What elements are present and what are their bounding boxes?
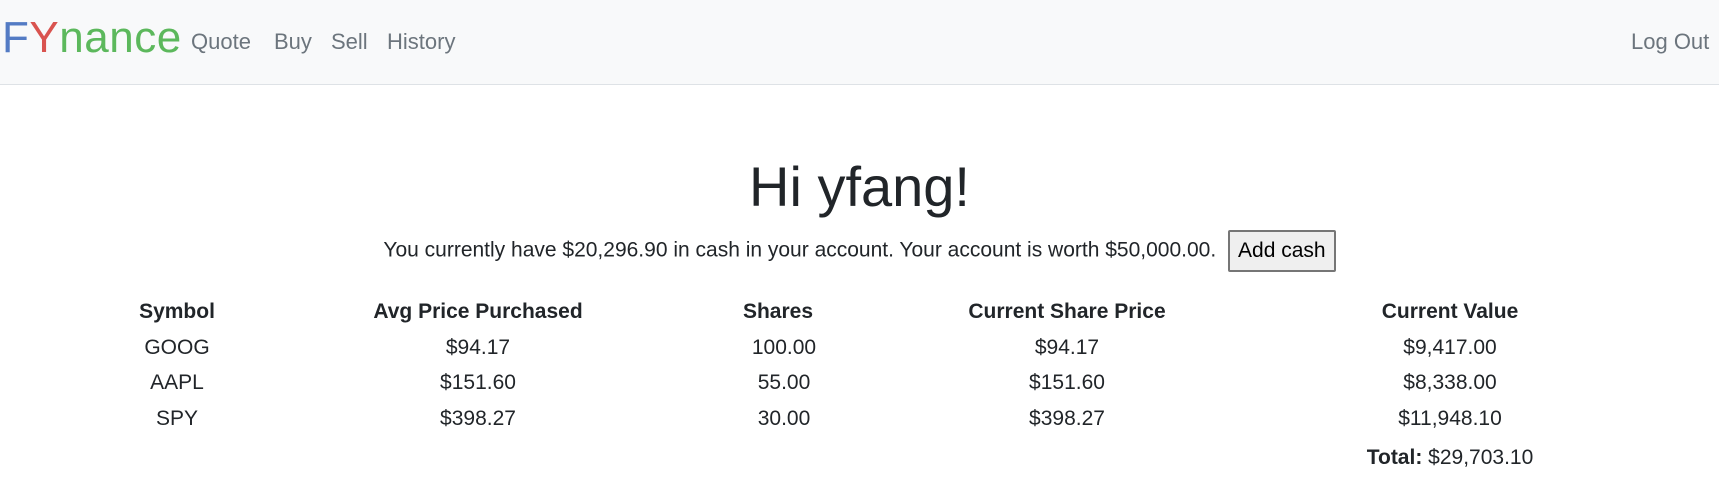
table-cell-shares: 55.00 xyxy=(757,371,811,394)
nav-link-buy[interactable]: Buy xyxy=(274,28,312,56)
table-cell-symbol: AAPL xyxy=(150,371,204,394)
brand-letter: n xyxy=(59,13,85,62)
column-header-current-value: Current Value xyxy=(1381,300,1519,323)
table-cell-avg-price: $94.17 xyxy=(445,336,511,359)
cash-summary: You currently have $20,296.90 in cash in… xyxy=(0,230,1719,272)
table-cell-current-price: $398.27 xyxy=(1029,407,1105,430)
brand-letter: F xyxy=(2,13,30,62)
column-header-avg-price: Avg Price Purchased xyxy=(373,300,583,323)
brand-letter: a xyxy=(84,13,110,62)
table-cell-current-price: $94.17 xyxy=(1034,336,1100,359)
table-cell-symbol: GOOG xyxy=(144,336,210,359)
brand-letter: c xyxy=(134,13,157,62)
logout-link[interactable]: Log Out xyxy=(1631,28,1709,56)
column-header-shares: Shares xyxy=(742,300,814,323)
add-cash-button[interactable]: Add cash xyxy=(1228,230,1336,272)
table-cell-shares: 30.00 xyxy=(757,407,811,430)
table-cell-shares: 100.00 xyxy=(751,336,817,359)
nav-link-history[interactable]: History xyxy=(387,28,455,56)
cash-message: You currently have $20,296.90 in cash in… xyxy=(383,238,1217,262)
table-cell-current-value: $9,417.00 xyxy=(1403,336,1497,359)
table-cell-symbol: SPY xyxy=(155,407,199,430)
brand-logo[interactable]: FYnance xyxy=(2,12,182,64)
nav-link-quote[interactable]: Quote xyxy=(191,28,251,56)
table-cell-current-value: $8,338.00 xyxy=(1403,371,1497,394)
brand-letter: e xyxy=(156,13,182,62)
table-cell-current-price: $151.60 xyxy=(1029,371,1105,394)
navbar: FYnance Quote Buy Sell History Log Out xyxy=(0,0,1719,85)
total-value: $29,703.10 xyxy=(1428,446,1534,469)
page-title: Hi yfang! xyxy=(749,155,970,218)
table-cell-avg-price: $398.27 xyxy=(440,407,516,430)
table-cell-avg-price: $151.60 xyxy=(440,371,516,394)
main-content: Hi yfang! You currently have $20,296.90 … xyxy=(0,85,1719,480)
portfolio-total: Total: $29,703.10 xyxy=(1367,443,1534,473)
column-header-symbol: Symbol xyxy=(139,300,215,323)
column-header-current-price: Current Share Price xyxy=(968,300,1166,323)
brand-letter: n xyxy=(109,13,135,62)
total-label: Total: xyxy=(1366,446,1423,469)
nav-link-sell[interactable]: Sell xyxy=(331,28,368,56)
brand-letter: Y xyxy=(29,13,60,62)
table-cell-current-value: $11,948.10 xyxy=(1398,407,1502,430)
